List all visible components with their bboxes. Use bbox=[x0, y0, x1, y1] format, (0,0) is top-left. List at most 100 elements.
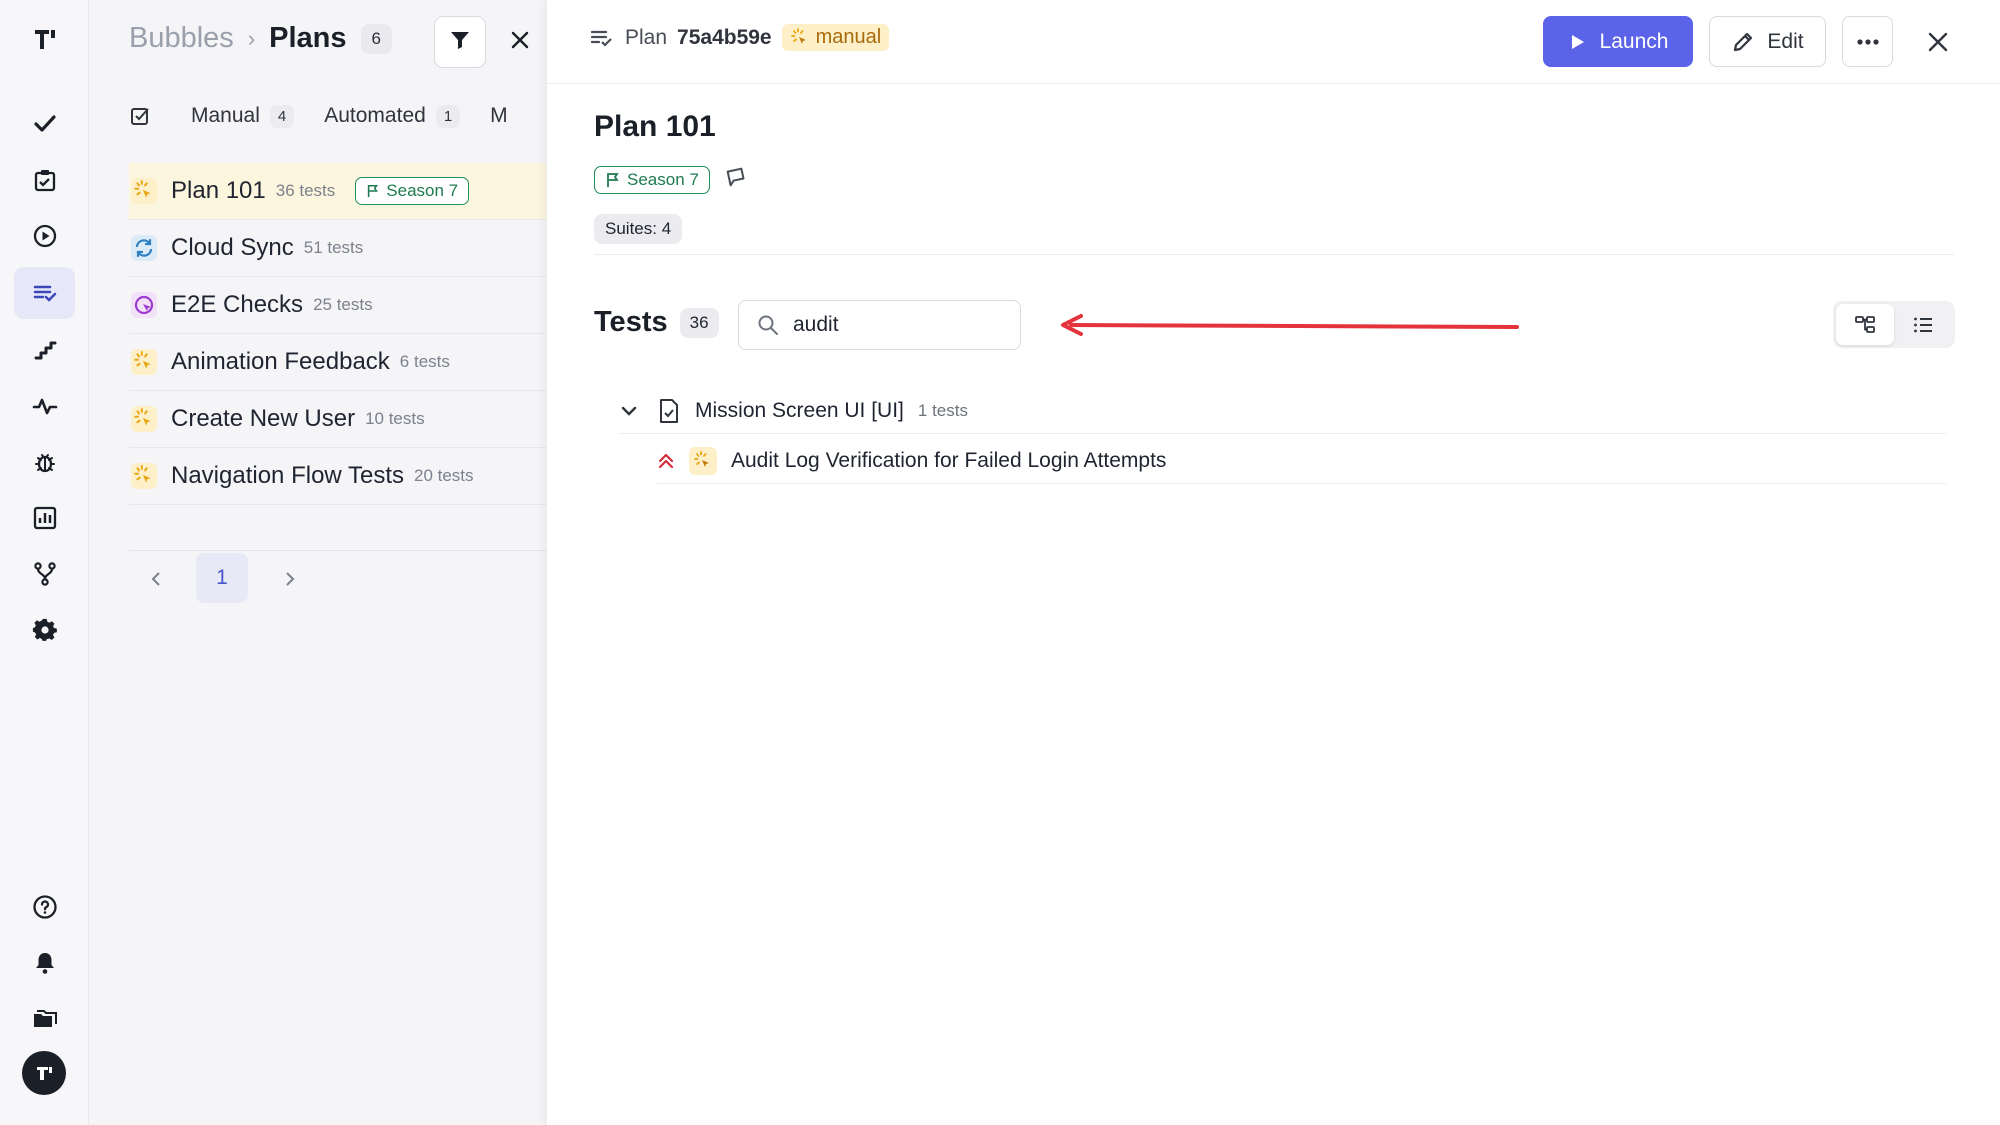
tests-search-box[interactable] bbox=[738, 300, 1021, 350]
plan-row[interactable]: Plan 101 36 tests Season 7 bbox=[129, 163, 546, 220]
tab-more[interactable]: M bbox=[490, 104, 508, 128]
plan-identifier: Plan 75a4b59e manual bbox=[589, 24, 890, 51]
milestone-badge[interactable]: Season 7 bbox=[355, 177, 470, 205]
comment-icon[interactable] bbox=[724, 165, 748, 194]
milestone-label: Season 7 bbox=[386, 181, 459, 200]
help-icon[interactable] bbox=[22, 884, 68, 930]
edit-button[interactable]: Edit bbox=[1709, 16, 1826, 67]
clear-filter-button[interactable] bbox=[494, 16, 546, 68]
annotation-arrow bbox=[1061, 314, 1519, 336]
search-input[interactable] bbox=[793, 313, 983, 337]
plan-detail-panel: Plan 75a4b59e manual Launch Edit Plan 10… bbox=[547, 0, 2000, 1125]
tests-title: Tests bbox=[594, 306, 668, 338]
plan-row[interactable]: Create New User 10 tests bbox=[129, 391, 546, 448]
close-icon bbox=[509, 29, 531, 56]
test-plans-icon[interactable] bbox=[14, 267, 75, 319]
tab-label: M bbox=[490, 104, 508, 127]
close-icon bbox=[1928, 32, 1947, 51]
plan-title: Plan 101 bbox=[594, 110, 716, 143]
tab-label: Manual bbox=[191, 104, 260, 127]
plan-row[interactable]: Animation Feedback 6 tests bbox=[129, 334, 546, 391]
play-circle-icon[interactable] bbox=[22, 213, 68, 259]
user-avatar[interactable] bbox=[22, 1051, 66, 1095]
bug-icon[interactable] bbox=[22, 439, 68, 485]
manual-cursor-icon bbox=[790, 27, 806, 44]
next-page-button[interactable] bbox=[275, 565, 303, 593]
list-view-button[interactable] bbox=[1894, 304, 1952, 345]
prev-page-button[interactable] bbox=[143, 565, 171, 593]
checkmark-icon[interactable] bbox=[22, 101, 68, 147]
plan-type-icon bbox=[131, 292, 157, 318]
page-1-button[interactable]: 1 bbox=[196, 553, 248, 603]
plan-label: Plan bbox=[625, 25, 668, 49]
plan-row[interactable]: Cloud Sync 51 tests bbox=[129, 220, 546, 277]
filter-button[interactable] bbox=[434, 16, 486, 68]
tab-manual[interactable]: Manual 4 bbox=[191, 104, 295, 128]
branches-icon[interactable] bbox=[22, 551, 68, 597]
milestone-label: Season 7 bbox=[627, 169, 699, 189]
plans-count-badge: 6 bbox=[360, 23, 392, 54]
steps-icon[interactable] bbox=[22, 327, 68, 373]
plan-test-count: 36 tests bbox=[275, 181, 336, 200]
plan-name: E2E Checks bbox=[171, 291, 304, 318]
app-logo-icon[interactable] bbox=[22, 16, 68, 62]
close-panel-button[interactable] bbox=[1912, 16, 1963, 67]
settings-gear-icon[interactable] bbox=[22, 607, 68, 653]
breadcrumb-project[interactable]: Bubbles bbox=[129, 22, 234, 55]
detail-header: Plan 75a4b59e manual Launch Edit bbox=[547, 0, 2000, 84]
manual-test-icon bbox=[689, 446, 717, 475]
more-options-button[interactable] bbox=[1842, 16, 1893, 67]
play-icon bbox=[1571, 34, 1584, 49]
tests-heading: Tests 36 bbox=[594, 306, 719, 339]
list-view-icon bbox=[1914, 317, 1932, 332]
tree-view-icon bbox=[1855, 315, 1875, 333]
view-toggle bbox=[1833, 301, 1955, 348]
suite-row[interactable]: Mission Screen UI [UI] 1 tests bbox=[619, 388, 1947, 434]
breadcrumb-current: Plans bbox=[269, 22, 347, 54]
suite-file-icon bbox=[660, 398, 678, 423]
chevron-down-icon bbox=[621, 406, 637, 416]
left-sidebar bbox=[0, 0, 89, 1125]
breadcrumb-separator: › bbox=[247, 25, 256, 51]
checklist-icon bbox=[131, 108, 149, 125]
plan-list: Plan 101 36 tests Season 7 Cloud Sync 51 tes… bbox=[129, 163, 546, 505]
plan-badges: Season 7 bbox=[594, 165, 748, 194]
plan-type-icon bbox=[131, 235, 157, 261]
tab-count: 1 bbox=[435, 104, 461, 128]
priority-high-icon bbox=[658, 453, 674, 468]
tests-count-badge: 36 bbox=[679, 307, 719, 338]
test-case-row[interactable]: Audit Log Verification for Failed Login … bbox=[657, 438, 1947, 484]
plan-type-tabs: Manual 4 Automated 1 M bbox=[129, 104, 538, 128]
plan-test-count: 51 tests bbox=[303, 238, 364, 257]
notifications-bell-icon[interactable] bbox=[22, 940, 68, 986]
plan-type-icon bbox=[131, 406, 157, 432]
plan-type-icon bbox=[131, 463, 157, 489]
breadcrumb: Bubbles › Plans 6 bbox=[129, 22, 392, 55]
plan-name: Cloud Sync bbox=[171, 234, 294, 261]
chevron-right-icon bbox=[286, 572, 295, 586]
plan-name: Plan 101 bbox=[171, 177, 266, 204]
plan-type-icon bbox=[131, 349, 157, 375]
folders-icon[interactable] bbox=[22, 996, 68, 1042]
select-all-checkbox[interactable] bbox=[129, 104, 153, 128]
plan-test-count: 20 tests bbox=[414, 466, 474, 485]
tab-label: Automated bbox=[324, 104, 426, 127]
filter-icon bbox=[448, 28, 472, 57]
plan-row[interactable]: Navigation Flow Tests 20 tests bbox=[129, 448, 546, 505]
more-horizontal-icon bbox=[1856, 38, 1879, 45]
plan-test-count: 6 tests bbox=[399, 352, 450, 371]
plan-name: Create New User bbox=[171, 405, 356, 432]
plan-list-icon bbox=[590, 30, 612, 47]
chevron-left-icon bbox=[151, 572, 160, 586]
reports-chart-icon[interactable] bbox=[22, 495, 68, 541]
activity-icon[interactable] bbox=[22, 383, 68, 429]
plan-row[interactable]: E2E Checks 25 tests bbox=[129, 277, 546, 334]
milestone-badge[interactable]: Season 7 bbox=[594, 165, 710, 194]
launch-button[interactable]: Launch bbox=[1543, 16, 1693, 67]
divider bbox=[594, 254, 1954, 255]
tab-automated[interactable]: Automated 1 bbox=[324, 104, 461, 128]
search-icon bbox=[758, 315, 778, 335]
clipboard-check-icon[interactable] bbox=[22, 157, 68, 203]
suite-name: Mission Screen UI [UI] bbox=[695, 398, 904, 422]
tree-view-button[interactable] bbox=[1836, 304, 1894, 345]
